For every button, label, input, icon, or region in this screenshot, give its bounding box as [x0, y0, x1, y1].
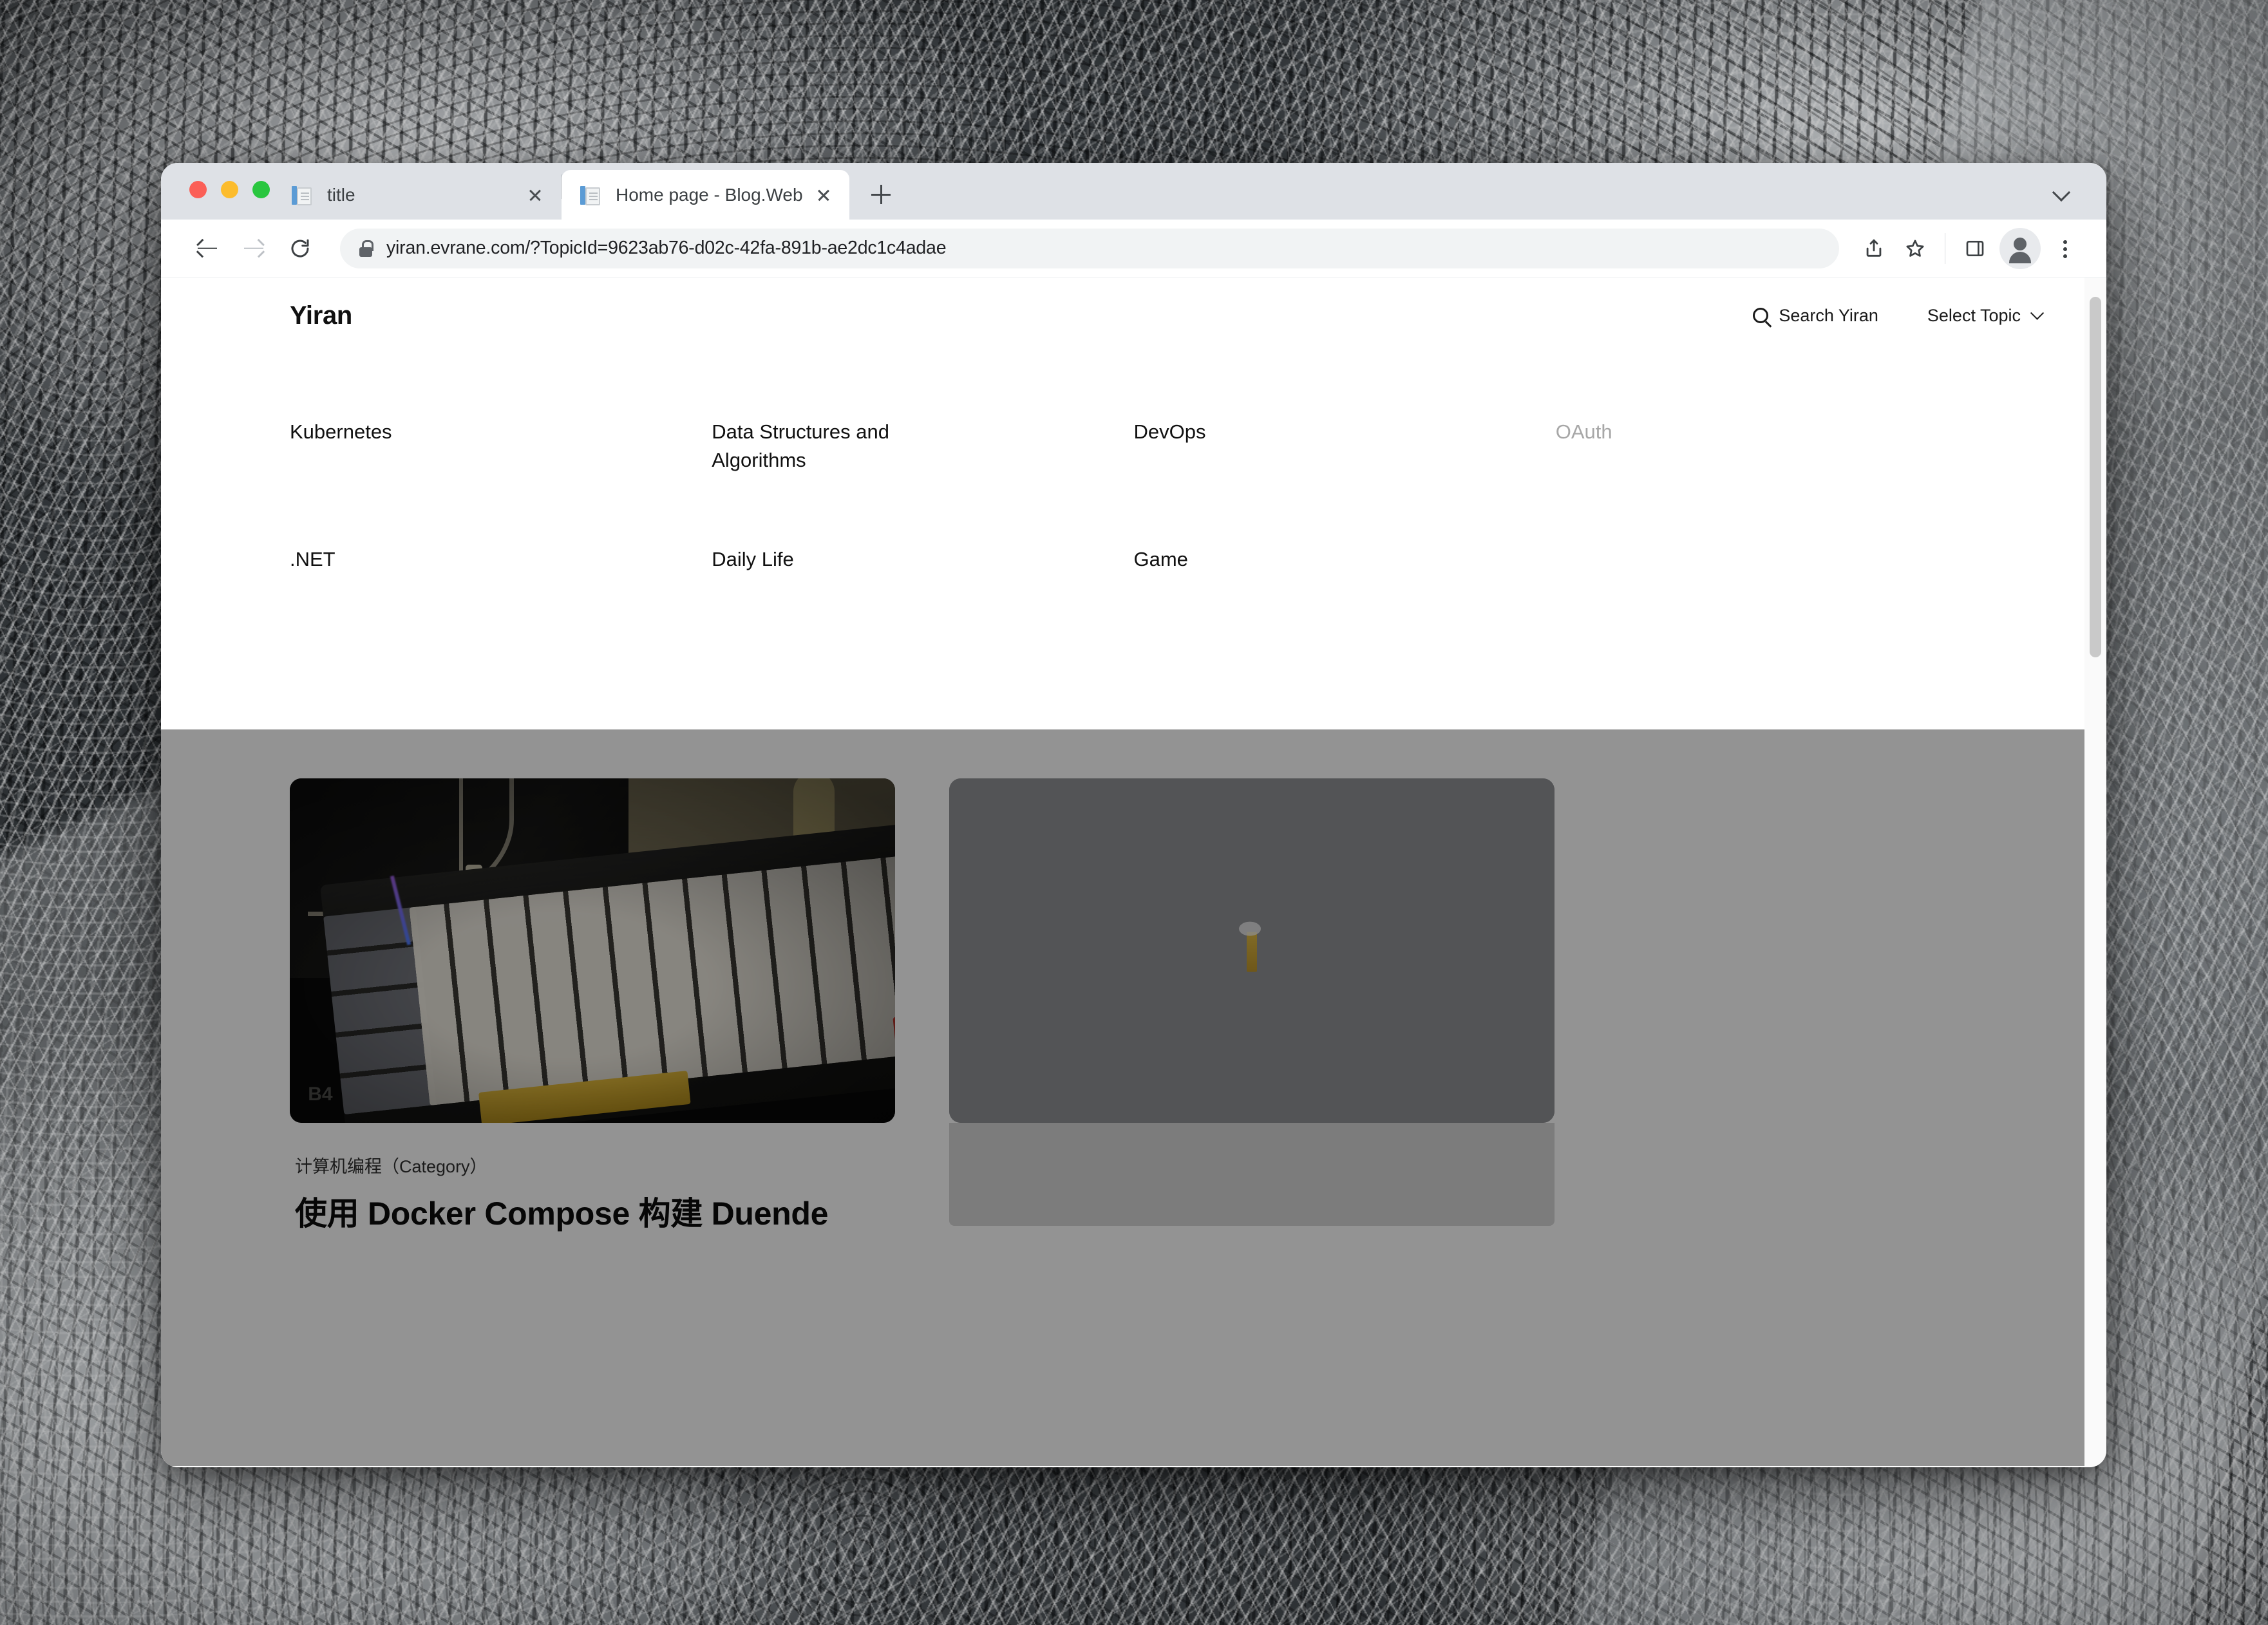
select-topic-dropdown[interactable]: Select Topic [1927, 305, 2045, 326]
chevron-down-icon[interactable] [2048, 177, 2077, 205]
site-header-actions: Search Yiran Select Topic [1753, 305, 2045, 326]
url-text: yiran.evrane.com/?TopicId=9623ab76-d02c-… [386, 238, 947, 258]
topic-item-data-structures-and-algorithms[interactable]: Data Structures and Algorithms [712, 418, 924, 474]
post-card[interactable] [949, 778, 1555, 1234]
blog-page: と.NET同時に使う時に必要なClaimが見つからないの対策 Friday, J… [161, 277, 2106, 1466]
tab-title[interactable]: title [273, 170, 561, 220]
close-icon[interactable] [812, 183, 835, 207]
topic-item-devops[interactable]: DevOps [1134, 418, 1347, 474]
tab-list: title Home page - Blog.Web [273, 163, 902, 220]
bookmark-button[interactable] [1895, 228, 1936, 269]
profile-avatar-icon[interactable] [1999, 227, 2041, 269]
post-card[interactable]: B4 计算机编程（Category） 使用 Docker Compose 构建 … [290, 778, 895, 1234]
tab-label: title [327, 184, 355, 205]
topic-grid: Kubernetes Data Structures and Algorithm… [161, 353, 2106, 574]
scrollbar-thumb[interactable] [2090, 297, 2101, 657]
post-card-image [949, 778, 1555, 1123]
arrow-right-icon [244, 247, 263, 249]
topic-item-kubernetes[interactable]: Kubernetes [290, 418, 502, 474]
search-icon [1753, 308, 1769, 323]
browser-window: title Home page - Blog.Web yiran.evrane.… [161, 163, 2106, 1467]
side-panel-icon [1966, 240, 1984, 256]
tab-home-page-blog-web[interactable]: Home page - Blog.Web [562, 170, 849, 220]
post-card-row: B4 计算机编程（Category） 使用 Docker Compose 构建 … [290, 778, 1978, 1234]
document-icon [291, 184, 313, 206]
minimize-window-button[interactable] [221, 181, 238, 198]
page-scrollbar[interactable] [2084, 277, 2106, 1466]
document-icon [580, 184, 601, 206]
site-header: Yiran Search Yiran Select Topic [161, 277, 2106, 353]
post-card-image: B4 [290, 778, 895, 1123]
select-topic-label: Select Topic [1927, 305, 2021, 325]
topic-item-empty [1556, 545, 1768, 574]
kebab-menu-icon[interactable] [2047, 228, 2083, 269]
search-label: Search Yiran [1779, 305, 1878, 325]
maximize-window-button[interactable] [252, 181, 270, 198]
tab-label: Home page - Blog.Web [616, 184, 803, 205]
share-icon [1866, 239, 1882, 257]
post-card-body [949, 1123, 1555, 1226]
chevron-down-icon [2030, 306, 2045, 320]
side-panel-button[interactable] [1954, 228, 1996, 269]
topic-item-game[interactable]: Game [1134, 545, 1347, 574]
lock-icon [359, 240, 373, 257]
site-brand[interactable]: Yiran [290, 301, 352, 330]
topic-item-dotnet[interactable]: .NET [290, 545, 502, 574]
tab-strip: title Home page - Blog.Web [161, 163, 2106, 220]
page-viewport: と.NET同時に使う時に必要なClaimが見つからないの対策 Friday, J… [161, 277, 2106, 1466]
search-yiran-button[interactable]: Search Yiran [1753, 306, 1878, 326]
close-window-button[interactable] [189, 181, 207, 198]
topic-item-daily-life[interactable]: Daily Life [712, 545, 924, 574]
reload-icon [291, 239, 309, 257]
back-button[interactable] [184, 225, 231, 272]
new-tab-button[interactable] [860, 173, 902, 216]
topic-item-oauth[interactable]: OAuth [1556, 418, 1768, 474]
post-card-body: 计算机编程（Category） 使用 Docker Compose 构建 Due… [290, 1123, 895, 1234]
arrow-left-icon [198, 247, 217, 249]
window-controls [189, 181, 270, 198]
forward-button[interactable] [231, 225, 277, 272]
address-bar[interactable]: yiran.evrane.com/?TopicId=9623ab76-d02c-… [340, 228, 1839, 268]
post-card-category: 计算机编程（Category） [295, 1157, 487, 1176]
topic-dropdown-panel: Kubernetes Data Structures and Algorithm… [161, 353, 2106, 729]
close-icon[interactable] [524, 183, 547, 207]
post-card-title: 使用 Docker Compose 构建 Duende [295, 1196, 829, 1232]
reload-button[interactable] [277, 225, 323, 272]
share-button[interactable] [1853, 228, 1895, 269]
browser-toolbar: yiran.evrane.com/?TopicId=9623ab76-d02c-… [161, 220, 2106, 277]
star-icon [1906, 240, 1924, 257]
